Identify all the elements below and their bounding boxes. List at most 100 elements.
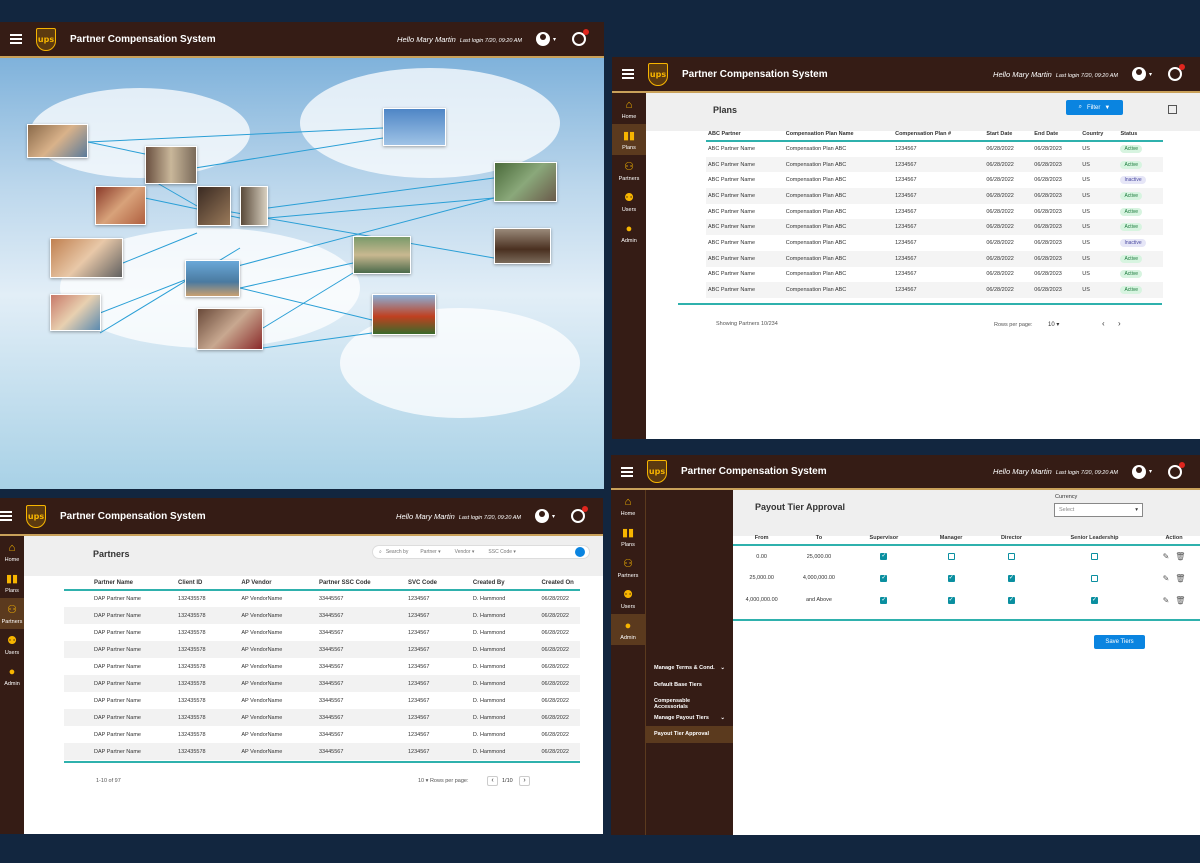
table-row[interactable]: DAP Partner Name 132435578 AP VendorName 33…	[64, 743, 580, 760]
edit-icon[interactable]: ✎	[1163, 574, 1170, 583]
tier-to: 25,000.00	[806, 553, 832, 560]
hamburger-icon[interactable]	[622, 67, 634, 81]
submenu-item[interactable]: Compensable Accessorials	[646, 693, 733, 710]
notification-icon[interactable]	[1168, 461, 1185, 479]
nav-plans[interactable]: ▮▮ Plans	[612, 124, 646, 155]
trash-icon[interactable]: 🗑	[1175, 596, 1185, 605]
nav-plans[interactable]: ▮▮ Plans	[611, 521, 645, 552]
nav-partners[interactable]: ⚇ Partners	[611, 552, 645, 583]
checkbox-checked[interactable]	[880, 552, 888, 560]
nav-admin[interactable]: ● Admin	[0, 660, 24, 691]
table-cell: US	[1082, 255, 1090, 262]
caret-down-icon[interactable]: ▾	[553, 36, 556, 43]
table-row: 25,000.004,000,000.00✎🗑	[733, 567, 1200, 589]
currency-select[interactable]: Select ▾	[1054, 503, 1143, 517]
checkbox-unchecked[interactable]	[947, 553, 955, 560]
photo-door	[240, 186, 268, 226]
table-row[interactable]: DAP Partner Name 132435578 AP VendorName 33…	[64, 709, 580, 726]
nav-admin[interactable]: ● Admin	[612, 217, 646, 248]
chevron-down-icon[interactable]: ⌄	[720, 715, 725, 721]
prev-page-button[interactable]: ‹	[1102, 319, 1105, 328]
table-row[interactable]: ABC Partner Name Compensation Plan ABC 123…	[706, 156, 1163, 173]
prev-page-button[interactable]: ‹	[487, 776, 498, 786]
checkbox-checked[interactable]	[880, 596, 888, 604]
nav-home[interactable]: ⌂ Home	[611, 490, 645, 521]
search-bar[interactable]: ⌕ Search by Partner ▾ Vendor ▾ SSC Code …	[372, 545, 590, 559]
checkbox-checked[interactable]	[1007, 574, 1015, 582]
filter-ssc-code[interactable]: SSC Code ▾	[488, 549, 516, 555]
nav-partners[interactable]: ⚇ Partners	[612, 155, 646, 186]
table-row[interactable]: ABC Partner Name Compensation Plan ABC 123…	[706, 172, 1163, 188]
table-row[interactable]: DAP Partner Name 132435578 AP VendorName 33…	[64, 641, 580, 658]
nav-admin[interactable]: ● Admin	[611, 614, 645, 645]
next-page-button[interactable]: ›	[1118, 319, 1121, 328]
table-row[interactable]: ABC Partner Name Compensation Plan ABC 123…	[706, 204, 1163, 220]
user-avatar-icon[interactable]	[534, 509, 549, 523]
submenu-item[interactable]: Manage Payout Tiers ⌄	[646, 710, 733, 727]
table-row[interactable]: DAP Partner Name 132435578 AP VendorName 33…	[64, 726, 580, 743]
currency-label: Currency	[1055, 494, 1078, 500]
edit-icon[interactable]: ✎	[1163, 552, 1170, 561]
edit-icon[interactable]: ✎	[1163, 596, 1170, 605]
user-avatar-icon[interactable]	[1131, 464, 1146, 479]
table-row[interactable]: DAP Partner Name 132435578 AP VendorName 33…	[64, 675, 580, 692]
user-avatar-icon[interactable]	[535, 32, 550, 46]
nav-home[interactable]: ⌂ Home	[0, 536, 24, 567]
chevron-down-icon[interactable]: ⌄	[720, 665, 725, 671]
table-row[interactable]: DAP Partner Name 132435578 AP VendorName 33…	[64, 624, 580, 641]
table-row[interactable]: ABC Partner Name Compensation Plan ABC 123…	[706, 141, 1163, 157]
nav-home[interactable]: ⌂ Home	[612, 93, 646, 124]
submenu-item[interactable]: Payout Tier Approval	[646, 726, 733, 743]
table-row[interactable]: ABC Partner Name Compensation Plan ABC 123…	[706, 282, 1163, 298]
nav-users[interactable]: ⚉ Users	[0, 629, 24, 660]
search-icon: ⌕	[1078, 104, 1083, 110]
notification-icon[interactable]	[571, 506, 588, 523]
submenu-item[interactable]: Manage Terms & Cond. ⌄	[646, 660, 733, 677]
caret-down-icon[interactable]: ▾	[1149, 71, 1152, 78]
checkbox-checked[interactable]	[1007, 596, 1015, 604]
checkbox-checked[interactable]	[947, 574, 955, 582]
checkbox-unchecked[interactable]	[1007, 553, 1015, 560]
table-cell: AP VendorName	[241, 680, 283, 687]
submenu-item[interactable]: Default Base Tiers	[646, 677, 733, 694]
table-cell: 132435578	[178, 629, 206, 636]
filter-partner[interactable]: Partner ▾	[420, 549, 440, 555]
next-page-button[interactable]: ›	[519, 776, 530, 786]
rows-per-page-select[interactable]: 10 ▾	[1048, 321, 1059, 328]
checkbox-checked[interactable]	[880, 574, 888, 582]
hamburger-icon[interactable]	[0, 509, 12, 523]
save-tiers-button[interactable]: Save Tiers	[1094, 635, 1145, 649]
nav-users[interactable]: ⚉ Users	[611, 583, 645, 614]
notification-icon[interactable]	[1168, 64, 1185, 81]
caret-down-icon[interactable]: ▾	[1149, 468, 1152, 475]
checkbox-checked[interactable]	[1091, 596, 1098, 604]
nav-plans[interactable]: ▮▮ Plans	[0, 567, 24, 598]
caret-down-icon[interactable]: ▾	[552, 513, 555, 520]
trash-icon[interactable]: 🗑	[1175, 574, 1185, 583]
filter-icon: ▼	[1104, 104, 1111, 111]
nav-users[interactable]: ⚉ Users	[612, 186, 646, 217]
filter-vendor[interactable]: Vendor ▾	[455, 549, 475, 555]
table-row[interactable]: ABC Partner Name Compensation Plan ABC 123…	[706, 267, 1163, 283]
external-link-icon[interactable]	[1168, 105, 1177, 114]
table-row[interactable]: ABC Partner Name Compensation Plan ABC 123…	[706, 219, 1163, 236]
table-row[interactable]: DAP Partner Name 132435578 AP VendorName 33…	[64, 607, 580, 624]
trash-icon[interactable]: 🗑	[1175, 552, 1185, 561]
hamburger-icon[interactable]	[10, 32, 22, 46]
filter-button[interactable]: ⌕ Filter ▼	[1066, 100, 1123, 115]
table-row[interactable]: ABC Partner Name Compensation Plan ABC 123…	[706, 188, 1163, 204]
user-avatar-icon[interactable]	[1131, 67, 1146, 81]
checkbox-checked[interactable]	[947, 596, 955, 604]
nav-partners[interactable]: ⚇ Partners	[0, 598, 24, 629]
table-row[interactable]: ABC Partner Name Compensation Plan ABC 123…	[706, 235, 1163, 251]
table-row[interactable]: DAP Partner Name 132435578 AP VendorName 33…	[64, 590, 580, 607]
table-row[interactable]: ABC Partner Name Compensation Plan ABC 123…	[706, 250, 1163, 267]
search-button-icon[interactable]	[575, 547, 585, 557]
checkbox-unchecked[interactable]	[1091, 553, 1098, 560]
notification-icon[interactable]	[572, 29, 589, 46]
checkbox-unchecked[interactable]	[1091, 574, 1098, 582]
table-row[interactable]: DAP Partner Name 132435578 AP VendorName 33…	[64, 658, 580, 675]
hamburger-icon[interactable]	[621, 465, 633, 479]
rows-per-page-select[interactable]: 10 ▾ Rows per page:	[418, 778, 468, 784]
table-row[interactable]: DAP Partner Name 132435578 AP VendorName 33…	[64, 692, 580, 709]
